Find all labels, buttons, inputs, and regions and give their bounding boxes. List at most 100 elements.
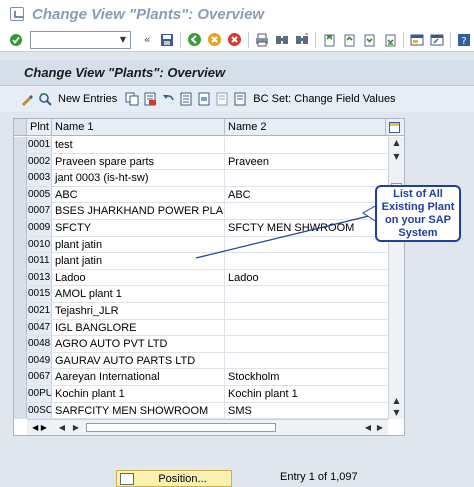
row-selector[interactable] [14, 236, 27, 253]
row-selector[interactable] [14, 153, 27, 170]
cell-name1[interactable]: plant jatin [52, 253, 225, 269]
delete-icon[interactable] [142, 91, 158, 107]
cell-plnt[interactable]: 0013 [27, 269, 52, 286]
cell-plnt[interactable]: 0047 [27, 319, 52, 336]
table-row[interactable]: 0003 jant 0003 (is-ht-sw) [14, 170, 388, 187]
scroll-down-small-icon[interactable]: ▼ [389, 151, 404, 163]
cell-plnt[interactable]: 0002 [27, 153, 52, 170]
table-row[interactable]: 0013 Ladoo Ladoo [14, 269, 388, 287]
cell-name1[interactable]: Tejashri_JLR [52, 302, 225, 319]
cell-plnt[interactable]: 0048 [27, 336, 52, 352]
cell-name1[interactable]: Aareyan International [52, 369, 225, 385]
cell-plnt[interactable]: 0003 [27, 170, 52, 186]
new-session-icon[interactable] [409, 31, 425, 49]
cell-plnt[interactable]: 0049 [27, 352, 52, 369]
cell-name2[interactable] [225, 137, 386, 153]
cell-name1[interactable]: SARFCITY MEN SHOWROOM [52, 402, 225, 419]
scroll-up-bottom-icon[interactable]: ▲ [389, 395, 404, 407]
table-row[interactable]: 0049 GAURAV AUTO PARTS LTD [14, 352, 388, 370]
cell-name1[interactable]: Ladoo [52, 269, 225, 286]
cell-name1[interactable]: SFCTY [52, 219, 225, 236]
table-row[interactable]: 0001 test [14, 137, 388, 154]
table-row[interactable]: 0007 BSES JHARKHAND POWER PLANT [14, 203, 388, 220]
cell-name2[interactable]: Stockholm [225, 369, 386, 385]
cell-name2[interactable]: Ladoo [225, 270, 386, 286]
scroll-left-icon[interactable]: ◀ [56, 420, 68, 435]
cell-plnt[interactable]: 00SC [27, 402, 52, 419]
row-selector[interactable] [14, 402, 27, 419]
row-selector[interactable] [14, 137, 27, 153]
scroll-right-icon[interactable]: ▶ [374, 420, 386, 435]
cell-plnt[interactable]: 0010 [27, 236, 52, 253]
copy-icon[interactable] [124, 91, 140, 107]
horizontal-scrollbar[interactable]: ◀ ▶ ◀ ▶ [52, 419, 388, 435]
table-row[interactable]: 0011 plant jatin [14, 253, 388, 270]
back-icon[interactable] [186, 31, 202, 49]
cell-plnt[interactable]: 0001 [27, 137, 52, 153]
cell-name2[interactable] [225, 203, 386, 219]
table-row[interactable]: 0009 SFCTY SFCTY MEN SHWROOM [14, 219, 388, 237]
new-entries-button[interactable]: New Entries [58, 93, 117, 105]
table-row[interactable]: 0010 plant jatin [14, 236, 388, 254]
column-header-plnt[interactable]: Plnt [27, 119, 52, 135]
hscroll-thumb[interactable] [86, 423, 276, 432]
row-selector[interactable] [14, 269, 27, 286]
position-button[interactable]: Position... [116, 470, 232, 487]
help-icon[interactable]: ? [456, 31, 472, 49]
display-change-icon[interactable] [19, 91, 35, 107]
table-row[interactable]: 00SC SARFCITY MEN SHOWROOM SMS [14, 402, 388, 420]
cell-name2[interactable]: SFCTY MEN SHWROOM [225, 220, 386, 236]
cell-name2[interactable]: Kochin plant 1 [225, 386, 386, 402]
select-all-icon[interactable] [178, 91, 194, 107]
save-icon[interactable] [159, 31, 175, 49]
cell-name1[interactable]: jant 0003 (is-ht-sw) [52, 170, 225, 186]
cell-name1[interactable]: ABC [52, 186, 225, 203]
undo-icon[interactable] [160, 91, 176, 107]
vertical-scrollbar[interactable]: ▲ ▼ ▲ ▼ [388, 137, 404, 419]
table-row[interactable]: 0067 Aareyan International Stockholm [14, 369, 388, 386]
table-row[interactable]: 0005 ABC ABC [14, 186, 388, 204]
cancel-icon[interactable] [227, 31, 243, 49]
fixed-column-scroll[interactable]: ◀ ▶ [27, 419, 52, 435]
row-selector[interactable] [14, 219, 27, 236]
cell-name1[interactable]: Kochin plant 1 [52, 385, 225, 402]
cell-plnt[interactable]: 0009 [27, 219, 52, 236]
first-page-icon[interactable] [321, 31, 337, 49]
deselect-all-icon[interactable] [214, 91, 230, 107]
row-selector[interactable] [14, 186, 27, 203]
row-selector[interactable] [14, 286, 27, 302]
cell-name2[interactable] [225, 303, 386, 319]
find-next-icon[interactable] [294, 31, 310, 49]
enter-icon[interactable] [8, 31, 24, 49]
last-page-icon[interactable] [382, 31, 398, 49]
scroll-left-end-icon[interactable]: ◀ [362, 420, 374, 435]
scroll-down-icon[interactable]: ▼ [389, 407, 404, 419]
exit-icon[interactable] [206, 31, 222, 49]
exit-window-icon[interactable] [10, 7, 24, 21]
row-selector[interactable] [14, 170, 27, 186]
cell-name2[interactable] [225, 320, 386, 336]
cell-name2[interactable] [225, 336, 386, 352]
cell-plnt[interactable]: 0067 [27, 369, 52, 385]
table-settings-icon[interactable] [386, 119, 403, 135]
fast-back-icon[interactable]: « [139, 31, 155, 49]
table-row[interactable]: 0002 Praveen spare parts Praveen [14, 153, 388, 171]
row-selector[interactable] [14, 253, 27, 269]
column-header-name1[interactable]: Name 1 [52, 119, 225, 135]
table-row[interactable]: 0015 AMOL plant 1 [14, 286, 388, 303]
chevron-down-icon[interactable]: ▼ [116, 32, 130, 48]
shortcut-icon[interactable] [429, 31, 445, 49]
select-block-icon[interactable] [196, 91, 212, 107]
row-selector[interactable] [14, 369, 27, 385]
next-page-icon[interactable] [361, 31, 377, 49]
cell-name2[interactable] [225, 253, 386, 269]
table-row[interactable]: 0048 AGRO AUTO PVT LTD [14, 336, 388, 353]
cell-name1[interactable]: IGL BANGLORE [52, 319, 225, 336]
bc-set-change-field-values-button[interactable]: BC Set: Change Field Values [253, 93, 395, 105]
cell-plnt[interactable]: 0005 [27, 186, 52, 203]
cell-name2[interactable]: ABC [225, 187, 386, 203]
cell-name1[interactable]: Praveen spare parts [52, 153, 225, 170]
table-row[interactable]: 0021 Tejashri_JLR [14, 302, 388, 320]
cell-name1[interactable]: plant jatin [52, 236, 225, 253]
cell-name1[interactable]: test [52, 137, 225, 153]
